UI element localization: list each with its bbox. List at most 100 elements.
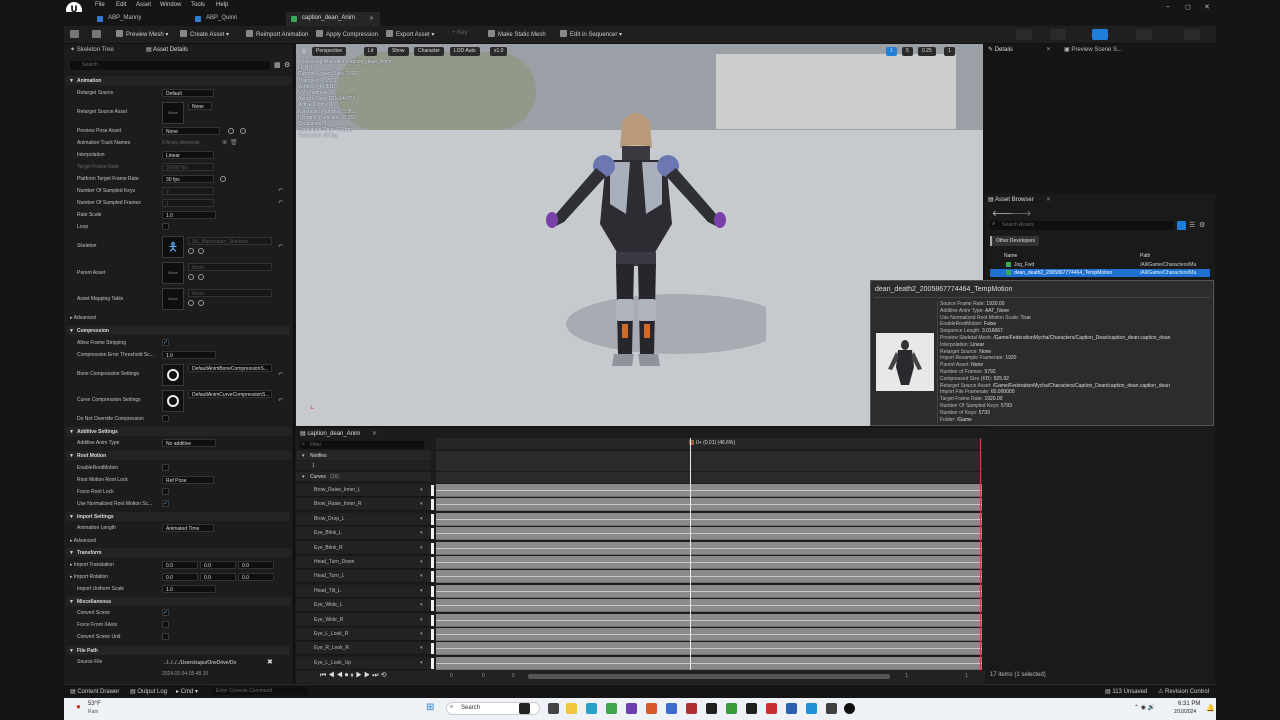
close-tab-icon[interactable]: ✕ (1046, 196, 1051, 203)
parent-asset-thumbnail[interactable]: None (162, 262, 184, 284)
platform-frame-rate-dropdown[interactable]: 30 fps (162, 175, 214, 183)
apply-compression-button[interactable]: Apply Compression (316, 30, 378, 38)
weather-icon[interactable]: ● (76, 702, 81, 711)
allow-frame-stripping-checkbox[interactable]: ✓ (162, 339, 169, 346)
camera-speed-button[interactable]: 1 (944, 47, 955, 56)
section-animation[interactable]: ▼ Animation (66, 76, 290, 85)
save-icon[interactable] (70, 30, 79, 38)
word-icon[interactable] (786, 703, 797, 714)
menu-tools[interactable]: Tools (191, 2, 205, 8)
browse-asset-icon[interactable] (228, 128, 234, 134)
advanced-expander[interactable]: ▸ Advanced (70, 315, 96, 321)
tab-caption-dean-anim[interactable]: ▤ caption_dean_Anim (300, 430, 360, 440)
curve-options-icon[interactable]: ▾ (420, 545, 423, 551)
doc-tab-abp-quinn[interactable]: ABP_Quinn (190, 12, 280, 26)
curve-options-icon[interactable]: ▾ (420, 573, 423, 579)
reset-to-default-icon[interactable]: ↶ (278, 371, 283, 378)
add-platform-icon[interactable] (220, 176, 226, 182)
windows-start-icon[interactable]: ⊞ (426, 702, 434, 713)
taskbar-app-icon[interactable] (766, 703, 777, 714)
curve-options-icon[interactable]: ▾ (420, 645, 423, 651)
timeline-filter-input[interactable]: Filter (300, 441, 424, 449)
lit-button[interactable]: Lit (364, 47, 378, 56)
curve-track-row[interactable]: Eye_Blink_L ▾ (296, 527, 431, 541)
add-key-button[interactable]: + Key (452, 30, 468, 36)
notify-track-lane[interactable] (436, 451, 982, 471)
curve-options-icon[interactable]: ▾ (420, 588, 423, 594)
close-window-icon[interactable]: ✕ (1204, 3, 1210, 11)
curve-options-icon[interactable]: ▾ (420, 631, 423, 637)
loop-checkbox[interactable] (162, 223, 169, 230)
retarget-source-dropdown[interactable]: Default (162, 89, 214, 97)
curve-track-row[interactable]: Head_Turn_L ▾ (296, 570, 431, 584)
mesh-mode-icon[interactable] (1050, 29, 1066, 40)
curve-track-lane[interactable] (436, 628, 982, 641)
curve-options-icon[interactable]: ▾ (420, 602, 423, 608)
reset-to-default-icon[interactable]: ↶ (278, 187, 283, 194)
grid-view-icon[interactable]: ▦ (274, 61, 281, 69)
taskbar-app-icon[interactable] (806, 703, 817, 714)
curve-track-lane[interactable] (436, 584, 982, 598)
retarget-source-asset-dropdown[interactable]: None (188, 102, 212, 110)
rotation-x-field[interactable]: 0.0 (162, 573, 198, 581)
show-button[interactable]: Show (388, 47, 409, 56)
settings-gear-icon[interactable]: ⚙ (1199, 221, 1205, 229)
character-button[interactable]: Character (414, 47, 444, 56)
bone-compression-dropdown[interactable]: DefaultAnimBoneCompressionS... (188, 364, 272, 372)
skeleton-mode-icon[interactable] (1016, 29, 1032, 40)
translation-x-field[interactable]: 0.0 (162, 561, 198, 569)
export-asset-button[interactable]: Export Asset ▾ (386, 30, 434, 38)
view-options-icon[interactable]: ☰ (1189, 221, 1195, 229)
force-front-xaxis-checkbox[interactable] (162, 621, 169, 628)
reset-to-default-icon[interactable]: ↶ (278, 199, 283, 206)
curve-track-row[interactable]: Eye_Wide_L ▾ (296, 599, 431, 613)
doc-tab-caption-dean-anim[interactable]: caption_dean_Anim ✕ (286, 12, 380, 26)
translation-y-field[interactable]: 0.0 (200, 561, 236, 569)
curve-track-lane[interactable] (436, 484, 982, 497)
do-not-override-checkbox[interactable] (162, 415, 169, 422)
chrome-browser-icon[interactable] (606, 703, 617, 714)
timeline-scrollbar[interactable] (528, 674, 890, 679)
delete-icon[interactable]: 🗑 (230, 139, 238, 146)
tab-asset-browser[interactable]: ▤ Asset Browser (988, 196, 1034, 206)
curve-track-lane[interactable] (436, 498, 982, 512)
create-asset-button[interactable]: Create Asset ▾ (180, 30, 229, 38)
find-asset-icon[interactable] (198, 248, 204, 254)
menu-window[interactable]: Window (160, 2, 181, 8)
convert-scene-unit-checkbox[interactable] (162, 633, 169, 640)
output-log-button[interactable]: ▤ Output Log (130, 688, 167, 695)
list-item-selected[interactable]: dean_death2_2005867774464_TempMotion /Al… (990, 269, 1210, 277)
grid-snap-button[interactable]: 1 (886, 47, 897, 56)
make-static-mesh-button[interactable]: Make Static Mesh (488, 30, 546, 38)
curve-track-row[interactable]: Eye_L_Look_R ▾ (296, 628, 431, 641)
curve-options-icon[interactable]: ▾ (420, 559, 423, 565)
tab-preview-scene-settings[interactable]: ▣ Preview Scene S... (1064, 46, 1122, 56)
section-compression[interactable]: ▼ Compression (66, 326, 290, 335)
taskbar-app-icon[interactable] (646, 703, 657, 714)
unsaved-assets-button[interactable]: ▤ 113 Unsaved (1105, 688, 1147, 695)
settings-gear-icon[interactable]: ⚙ (284, 61, 290, 69)
section-file-path[interactable]: ▼ File Path (66, 646, 290, 655)
column-header-path[interactable]: Path (1140, 253, 1150, 259)
console-command-input[interactable]: Enter Console Command (212, 687, 308, 695)
taskbar-app-icon[interactable] (666, 703, 677, 714)
asset-search-input[interactable]: Search Assets (990, 221, 1174, 230)
taskbar-app-icon[interactable] (706, 703, 717, 714)
perspective-button[interactable]: Perspective (312, 47, 347, 56)
taskbar-app-icon[interactable] (626, 703, 637, 714)
curve-track-row[interactable]: Brow_Raise_Inner_L ▾ (296, 484, 431, 497)
unreal-engine-taskbar-icon[interactable] (844, 703, 855, 714)
compression-error-field[interactable]: 1.0 (162, 351, 216, 359)
curve-compression-dropdown[interactable]: DefaultAnimCurveCompressionS... (188, 390, 272, 398)
curve-track-row[interactable]: Head_Turn_Down ▾ (296, 556, 431, 569)
additive-type-dropdown[interactable]: No additive (162, 439, 216, 447)
menu-edit[interactable]: Edit (116, 2, 126, 8)
find-asset-icon[interactable] (198, 300, 204, 306)
task-view-icon[interactable] (548, 703, 559, 714)
find-asset-icon[interactable] (198, 274, 204, 280)
curve-track-lane[interactable] (436, 613, 982, 627)
curve-track-lane[interactable] (436, 656, 982, 670)
normalized-root-motion-checkbox[interactable]: ✓ (162, 500, 169, 507)
close-tab-icon[interactable]: ✕ (372, 430, 377, 437)
system-tray-icons[interactable]: ⌃ ◉ 🔊 (1134, 704, 1155, 711)
